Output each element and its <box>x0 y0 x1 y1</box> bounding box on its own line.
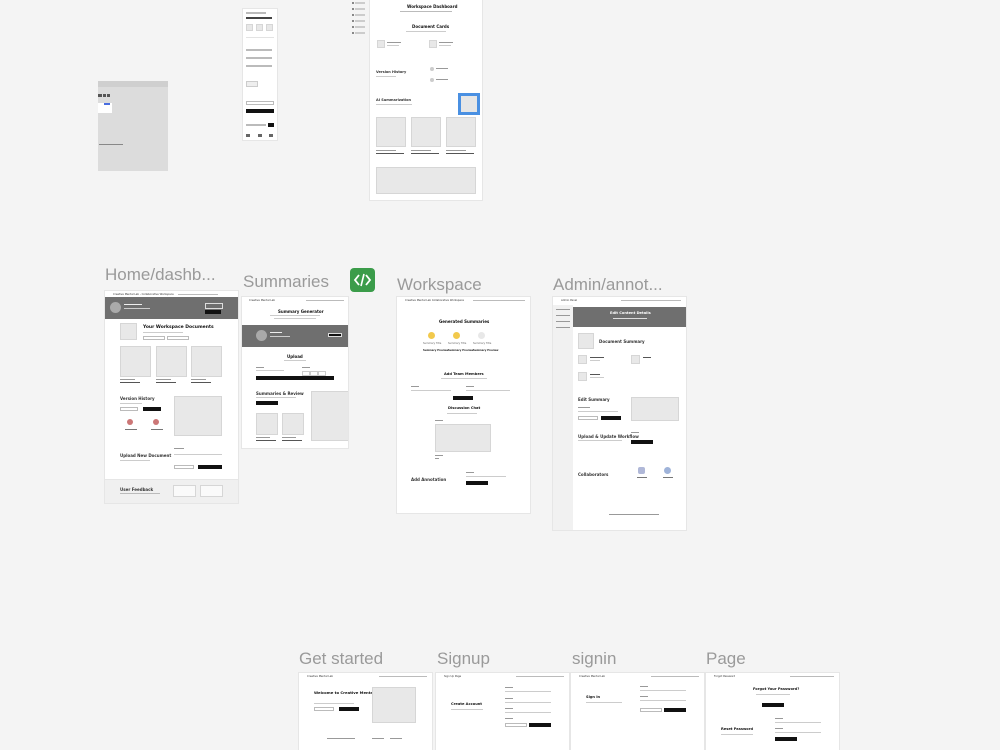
ai-summarization-heading: AI Summarization <box>376 98 411 102</box>
button[interactable] <box>664 708 686 712</box>
sign-in-heading: Sign In <box>586 695 601 699</box>
top-dashboard-frame[interactable]: Workspace Dashboard Document Cards Versi… <box>370 0 482 200</box>
summaries-hero <box>242 325 348 347</box>
emoji-icon <box>478 332 485 339</box>
selected-element[interactable] <box>458 93 480 115</box>
avatar <box>256 330 267 341</box>
button[interactable] <box>640 708 662 712</box>
mini-grey-frame[interactable] <box>98 81 168 171</box>
button[interactable] <box>775 737 797 741</box>
top-sidebar-list <box>350 0 368 40</box>
button[interactable] <box>143 336 165 340</box>
home-feedback-strip[interactable]: User Feedback <box>105 480 238 503</box>
summary-generator-heading: Summary Generator <box>278 309 324 314</box>
button[interactable] <box>167 336 189 340</box>
document-cards-heading: Document Cards <box>412 24 450 29</box>
member-title-2: Summary Title <box>448 342 467 345</box>
collaborator-icon <box>664 467 671 474</box>
member-name-3: Summary Preview <box>473 349 499 352</box>
workspace-frame[interactable]: Creative Mental Lab Collaborative Worksp… <box>397 297 530 513</box>
frame-label-summaries[interactable]: Summaries <box>243 272 329 292</box>
workspace-org: Creative Mental Lab Collaborative Worksp… <box>405 299 465 302</box>
button[interactable] <box>631 440 653 444</box>
avatar <box>430 67 434 71</box>
home-dashboard-frame[interactable]: Creative Mental Lab - Collaborative Work… <box>105 291 238 503</box>
button[interactable] <box>256 376 334 380</box>
signup-frame[interactable]: Sign Up Page Create Account <box>436 673 569 750</box>
create-account-heading: Create Account <box>451 702 483 706</box>
signin-org: Creative Mental Lab <box>579 675 606 678</box>
button[interactable] <box>505 723 527 727</box>
frame-label-admin[interactable]: Admin/annot... <box>553 275 663 295</box>
frame-label-home[interactable]: Home/dashb... <box>105 265 216 285</box>
code-icon[interactable] <box>350 268 375 292</box>
button[interactable] <box>256 401 278 405</box>
home-org-title: Creative Mental Lab - Collaborative Work… <box>113 293 174 296</box>
admin-org: Admin Panel <box>561 299 578 302</box>
edit-content-heading: Edit Content Details <box>610 311 651 315</box>
signin-frame[interactable]: Creative Mental Lab Sign In <box>571 673 704 750</box>
admin-frame[interactable]: Admin Panel Edit Content Details Documen… <box>553 297 686 530</box>
discussion-chat-heading: Discussion Chat <box>448 406 481 410</box>
emoji-icon <box>453 332 460 339</box>
button[interactable] <box>453 396 473 400</box>
frame-label-workspace[interactable]: Workspace <box>397 275 482 295</box>
button[interactable] <box>529 723 551 727</box>
document-summary-heading: Document Summary <box>599 339 645 344</box>
page-frame[interactable]: Forgot Password Forgot Your Password? Re… <box>706 673 839 750</box>
add-annotation-heading: Add Annotation <box>411 477 447 482</box>
upload-workflow-heading: Upload & Update Workflow <box>578 434 639 439</box>
home-version-history: Version History <box>120 396 155 401</box>
hero-banner <box>105 297 238 319</box>
member-title-3: Summary Title <box>473 342 492 345</box>
button[interactable] <box>198 465 222 469</box>
collaborator-icon <box>638 467 645 474</box>
page-org: Forgot Password <box>714 675 736 678</box>
button[interactable] <box>762 703 784 707</box>
button[interactable] <box>174 465 194 469</box>
summaries-review-heading: Summaries & Review <box>256 391 304 396</box>
forgot-password-heading: Forgot Your Password? <box>753 687 800 691</box>
button[interactable] <box>143 407 161 411</box>
admin-hero: Edit Content Details <box>573 307 686 327</box>
mobile-frame[interactable] <box>243 9 277 140</box>
frame-label-signup[interactable]: Signup <box>437 649 490 669</box>
get-started-org: Creative Mental Lab <box>307 675 334 678</box>
dashboard-title: Workspace Dashboard <box>407 4 458 9</box>
avatar-icon <box>153 419 159 425</box>
frame-label-get-started[interactable]: Get started <box>299 649 383 669</box>
upload-new-document-heading: Upload New Document <box>120 453 172 458</box>
member-name-2: Summary Preview <box>448 349 474 352</box>
collaborators-heading: Collaborators <box>578 472 609 477</box>
edit-summary-heading: Edit Summary <box>578 397 610 402</box>
workspace-documents-heading: Your Workspace Documents <box>143 325 214 330</box>
admin-sidebar <box>553 305 573 530</box>
summaries-org: Creative Mental Lab <box>249 299 276 302</box>
avatar <box>110 302 121 313</box>
signup-org: Sign Up Page <box>444 675 462 678</box>
emoji-icon <box>428 332 435 339</box>
member-title-1: Summary Title <box>423 342 442 345</box>
button[interactable] <box>314 707 334 711</box>
generated-summaries-heading: Generated Summaries <box>439 319 490 324</box>
version-history-heading: Version History <box>376 70 407 74</box>
summaries-frame[interactable]: Creative Mental Lab Summary Generator Up… <box>242 297 348 448</box>
avatar <box>430 78 434 82</box>
button[interactable] <box>339 707 359 711</box>
button[interactable] <box>601 416 621 420</box>
button[interactable] <box>466 481 488 485</box>
frame-label-signin[interactable]: signin <box>572 649 616 669</box>
frame-label-page[interactable]: Page <box>706 649 746 669</box>
user-feedback-heading: User Feedback <box>120 487 154 492</box>
get-started-frame[interactable]: Creative Mental Lab Welcome to Creative … <box>299 673 432 750</box>
reset-password-heading: Reset Password <box>721 727 754 731</box>
avatar-icon <box>127 419 133 425</box>
add-team-members-heading: Add Team Members <box>444 372 484 376</box>
button[interactable] <box>120 407 138 411</box>
member-name-1: Summary Preview <box>423 349 449 352</box>
button[interactable] <box>578 416 598 420</box>
upload-heading: Upload <box>287 354 303 359</box>
